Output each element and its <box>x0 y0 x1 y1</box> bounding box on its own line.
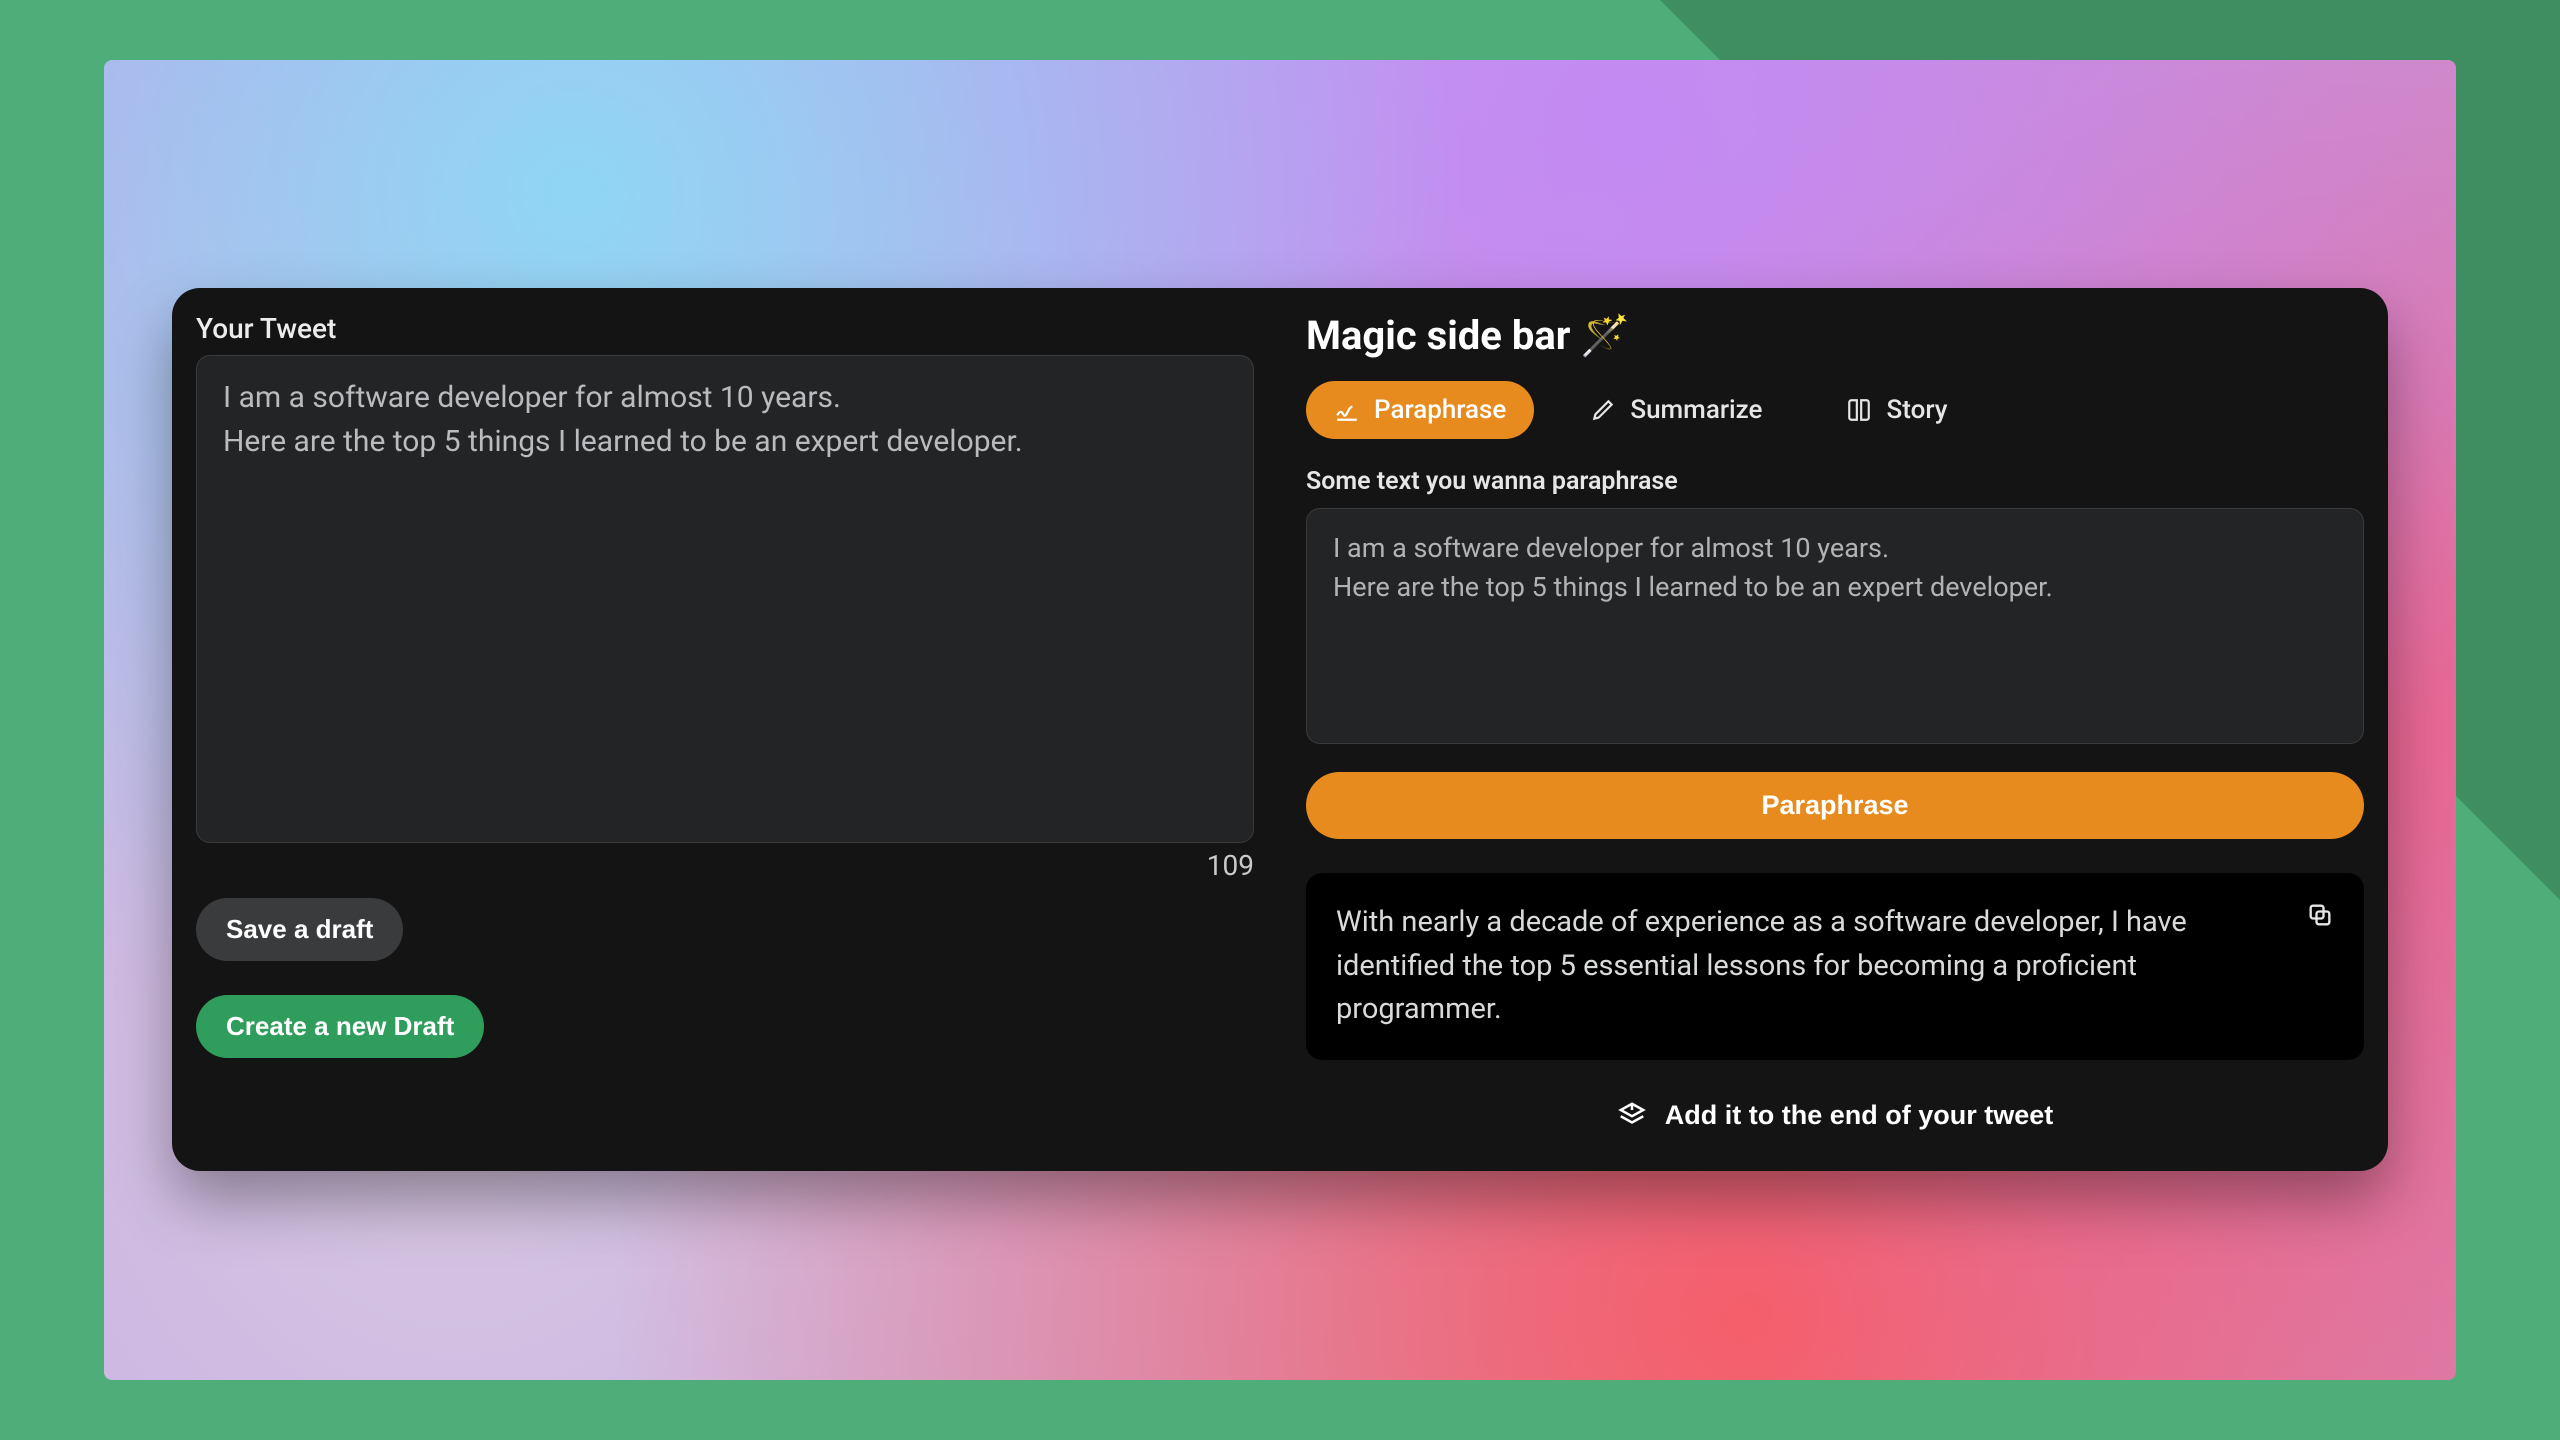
char-count: 109 <box>196 849 1254 882</box>
signature-icon <box>1334 397 1360 423</box>
add-to-tweet-button[interactable]: Add it to the end of your tweet <box>1306 1084 2364 1147</box>
tab-paraphrase-label: Paraphrase <box>1374 395 1506 425</box>
paraphrase-input[interactable] <box>1306 508 2364 744</box>
gradient-frame: Your Tweet 109 Save a draft Create a new… <box>104 60 2456 1380</box>
tweet-section-label: Your Tweet <box>196 312 1254 345</box>
paraphrase-input-label: Some text you wanna paraphrase <box>1306 467 2364 496</box>
add-to-tweet-label: Add it to the end of your tweet <box>1665 1100 2053 1131</box>
tweet-panel: Your Tweet 109 Save a draft Create a new… <box>196 312 1254 1147</box>
tab-summarize[interactable]: Summarize <box>1562 381 1790 439</box>
save-draft-button[interactable]: Save a draft <box>196 898 403 961</box>
pencil-icon <box>1590 397 1616 423</box>
tab-summarize-label: Summarize <box>1630 395 1762 425</box>
result-card: With nearly a decade of experience as a … <box>1306 873 2364 1060</box>
tab-row: Paraphrase Summarize Story <box>1306 381 2364 439</box>
stack-add-icon <box>1617 1100 1647 1130</box>
paraphrase-button[interactable]: Paraphrase <box>1306 772 2364 839</box>
tab-story-label: Story <box>1886 395 1947 425</box>
copy-icon <box>2306 901 2334 929</box>
tweet-textarea[interactable] <box>196 355 1254 843</box>
tab-story[interactable]: Story <box>1818 381 1975 439</box>
sidebar-title: Magic side bar 🪄 <box>1306 312 2364 359</box>
tab-paraphrase[interactable]: Paraphrase <box>1306 381 1534 439</box>
create-draft-button[interactable]: Create a new Draft <box>196 995 484 1058</box>
book-icon <box>1846 397 1872 423</box>
copy-button[interactable] <box>2306 901 2334 1032</box>
result-text: With nearly a decade of experience as a … <box>1336 901 2276 1032</box>
app-card: Your Tweet 109 Save a draft Create a new… <box>172 288 2388 1171</box>
magic-sidebar: Magic side bar 🪄 Paraphrase Summarize St… <box>1306 312 2364 1147</box>
